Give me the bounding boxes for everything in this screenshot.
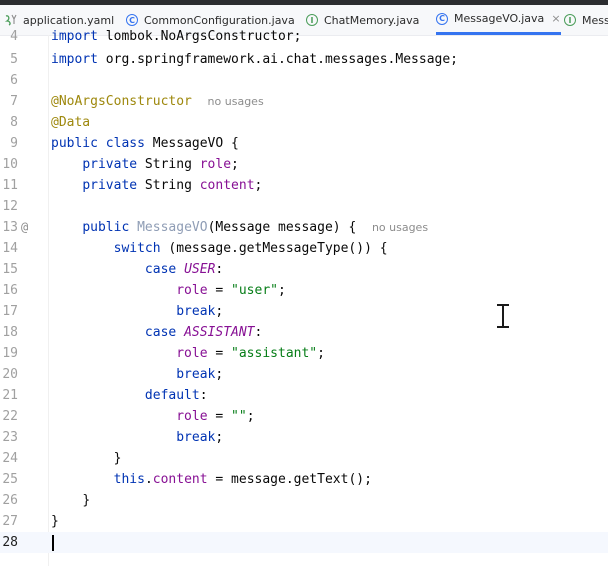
line-number: 26 <box>2 493 18 508</box>
code-line: 8 @Data <box>0 112 608 133</box>
code-text: switch (message.getMessageType()) { <box>113 241 388 256</box>
code-text: private String content; <box>82 178 263 193</box>
line-number: 13 <box>2 220 18 235</box>
code-text: role = ""; <box>176 409 255 424</box>
line-number: 12 <box>2 199 18 214</box>
code-text: this.content = message.getText(); <box>113 472 372 487</box>
code-line: 18 case ASSISTANT: <box>0 322 608 343</box>
code-text: break; <box>176 304 224 319</box>
line-number: 19 <box>2 346 18 361</box>
code-text: break; <box>176 367 224 382</box>
class-icon: C <box>436 12 448 25</box>
code-line: 5 import org.springframework.ai.chat.mes… <box>0 49 608 70</box>
code-text: case USER: <box>144 262 224 277</box>
code-text: @Data <box>51 115 91 130</box>
code-line: 10 private String role; <box>0 154 608 175</box>
line-number: 16 <box>2 283 18 298</box>
code-line: 7 @NoArgsConstructor no usages <box>0 91 608 112</box>
code-line: 19 role = "assistant"; <box>0 343 608 364</box>
code-text: default: <box>144 388 208 403</box>
line-number: 23 <box>2 430 18 445</box>
interface-icon: I <box>564 14 576 26</box>
code-text: role = "user"; <box>176 283 286 298</box>
yaml-file-icon <box>4 14 17 26</box>
tab-label: application.yaml <box>23 13 115 27</box>
line-number: 21 <box>2 388 18 403</box>
code-text: public MessageVO(Message message) { no u… <box>82 220 429 235</box>
code-line: 23 break; <box>0 427 608 448</box>
class-icon: C <box>126 14 138 26</box>
tab-label: ChatMemory.java <box>324 13 420 27</box>
code-line: 6 <box>0 70 608 91</box>
line-number: 9 <box>10 136 18 151</box>
line-number: 24 <box>2 451 18 466</box>
lombok-gutter-icon[interactable]: @ <box>21 217 28 238</box>
tab-label: Mess <box>582 13 608 27</box>
code-line: 27 } <box>0 511 608 532</box>
line-number: 10 <box>2 157 18 172</box>
code-line: 4 import lombok.NoArgsConstructor; <box>0 26 608 47</box>
usage-hint[interactable]: no usages <box>208 95 264 108</box>
line-number: 11 <box>2 178 18 193</box>
code-text: import org.springframework.ai.chat.messa… <box>51 52 458 67</box>
code-line: 15 case USER: <box>0 259 608 280</box>
line-number: 25 <box>2 472 18 487</box>
code-line: 20 break; <box>0 364 608 385</box>
code-line: 17 break; <box>0 301 608 322</box>
code-line-current: 28 <box>0 532 608 553</box>
code-line: 22 role = ""; <box>0 406 608 427</box>
code-text: role = "assistant"; <box>176 346 325 361</box>
code-line: 13 @ public MessageVO(Message message) {… <box>0 217 608 238</box>
code-text: import lombok.NoArgsConstructor; <box>51 29 302 44</box>
code-line: 12 <box>0 196 608 217</box>
code-line: 24 } <box>0 448 608 469</box>
code-line: 11 private String content; <box>0 175 608 196</box>
line-number: 14 <box>2 241 18 256</box>
text-cursor-icon <box>496 303 510 329</box>
code-line: 26 } <box>0 490 608 511</box>
usage-hint[interactable]: no usages <box>372 221 428 234</box>
line-number: 5 <box>10 52 18 67</box>
line-number: 15 <box>2 262 18 277</box>
interface-icon: I <box>306 14 318 26</box>
code-line: 14 switch (message.getMessageType()) { <box>0 238 608 259</box>
code-text: case ASSISTANT: <box>144 325 263 340</box>
code-line: 21 default: <box>0 385 608 406</box>
code-line: 16 role = "user"; <box>0 280 608 301</box>
code-line: 9 public class MessageVO { <box>0 133 608 154</box>
code-text: public class MessageVO { <box>51 136 239 151</box>
line-number: 4 <box>10 29 18 44</box>
tab-label: MessageVO.java <box>454 12 545 25</box>
line-number: 28 <box>2 535 18 550</box>
close-icon[interactable]: × <box>551 12 560 25</box>
line-number: 8 <box>10 115 18 130</box>
line-number: 17 <box>2 304 18 319</box>
line-number: 7 <box>10 94 18 109</box>
text-caret <box>52 535 54 551</box>
tab-label: CommonConfiguration.java <box>144 13 295 27</box>
code-line: 25 this.content = message.getText(); <box>0 469 608 490</box>
code-editor[interactable]: 4 import lombok.NoArgsConstructor; 5 imp… <box>0 29 608 566</box>
line-number: 27 <box>2 514 18 529</box>
code-text: } <box>51 514 59 529</box>
line-number: 6 <box>10 73 18 88</box>
code-text: break; <box>176 430 224 445</box>
code-text: private String role; <box>82 157 239 172</box>
line-number: 18 <box>2 325 18 340</box>
line-number: 20 <box>2 367 18 382</box>
code-text: @NoArgsConstructor no usages <box>51 94 264 109</box>
code-text: } <box>113 451 122 466</box>
line-number: 22 <box>2 409 18 424</box>
code-text: } <box>82 493 91 508</box>
